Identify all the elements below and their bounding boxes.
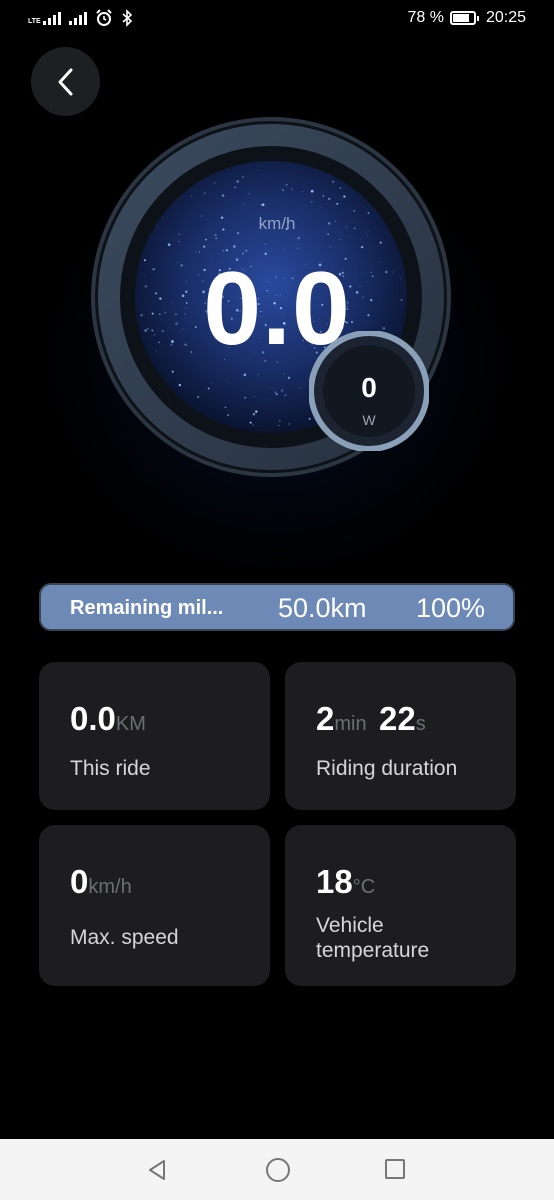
max-speed-value: 0 — [70, 863, 89, 900]
status-left: LTE — [28, 9, 133, 27]
back-button[interactable] — [31, 47, 100, 116]
this-ride-value: 0.0 — [70, 700, 116, 737]
max-speed-label: Max. speed — [70, 926, 179, 949]
home-circle-icon[interactable] — [265, 1157, 291, 1183]
vehicle-temperature-card: 18°C Vehicle temperature — [285, 825, 516, 986]
speed-unit: km/h — [258, 214, 296, 233]
temperature-value-group: 18°C — [316, 863, 375, 901]
riding-duration-card: 2min 22s Riding duration — [285, 662, 516, 810]
this-ride-value-group: 0.0KM — [70, 700, 146, 738]
network-label: LTE — [28, 18, 41, 25]
duration-min-unit: min — [334, 713, 367, 735]
max-speed-value-group: 0km/h — [70, 863, 132, 901]
duration-sec-unit: s — [415, 713, 426, 735]
battery-fill — [452, 14, 469, 22]
duration-value-group: 2min 22s — [316, 700, 426, 738]
signal-lte-icon: LTE — [28, 11, 61, 25]
this-ride-card: 0.0KM This ride — [39, 662, 270, 810]
recents-square-icon[interactable] — [384, 1158, 406, 1180]
power-unit: W — [362, 412, 376, 428]
battery-icon — [449, 11, 479, 25]
temperature-value: 18 — [316, 863, 353, 900]
back-triangle-icon[interactable] — [145, 1158, 169, 1182]
alarm-icon — [95, 9, 112, 26]
duration-seconds: 22 — [379, 700, 416, 737]
remaining-mileage-bar: Remaining mil... 50.0km 100% — [39, 583, 515, 631]
temperature-unit: °C — [352, 876, 376, 898]
this-ride-label: This ride — [70, 757, 151, 780]
system-nav-bar — [0, 1139, 554, 1200]
bluetooth-icon — [122, 9, 132, 27]
status-right: 78 % 20:25 — [407, 9, 526, 27]
max-speed-unit: km/h — [88, 876, 132, 898]
signal-icon — [68, 11, 87, 25]
max-speed-card: 0km/h Max. speed — [39, 825, 270, 986]
temperature-label: Vehicle temperature — [316, 914, 430, 962]
this-ride-unit: KM — [115, 713, 146, 735]
power-value: 0 — [361, 372, 377, 403]
duration-label: Riding duration — [316, 757, 458, 780]
remaining-label: Remaining mil... — [70, 597, 224, 619]
clock: 20:25 — [485, 9, 526, 26]
remaining-percent: 100% — [415, 593, 485, 623]
status-bar: LTE 78 % 20:25 — [0, 0, 554, 38]
chevron-left-icon — [58, 68, 72, 95]
speed-value: 0.0 — [203, 251, 351, 367]
remaining-distance: 50.0km — [278, 593, 367, 623]
battery-percent: 78 % — [407, 9, 444, 26]
duration-minutes: 2 — [316, 700, 335, 737]
